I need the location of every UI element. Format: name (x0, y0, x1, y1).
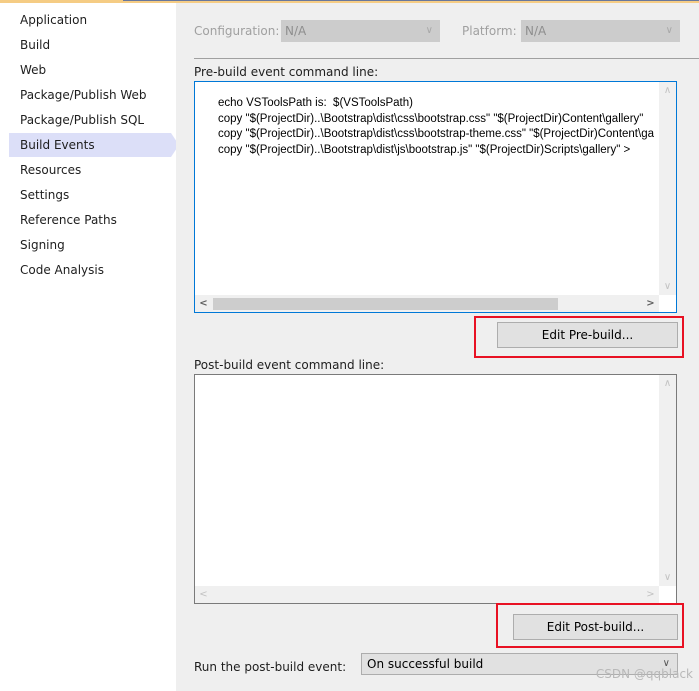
divider (194, 58, 699, 59)
prebuild-label: Pre-build event command line: (194, 65, 379, 79)
sidebar-item-code-analysis[interactable]: Code Analysis (9, 258, 171, 282)
sidebar-item-reference-paths[interactable]: Reference Paths (9, 208, 171, 232)
sidebar-item-signing[interactable]: Signing (9, 233, 171, 257)
sidebar-item-build[interactable]: Build (9, 33, 171, 57)
build-events-panel: Configuration: N/A ∨ Platform: N/A ∨ Pre… (176, 3, 699, 691)
watermark: CSDN @qqblack (595, 667, 693, 681)
edit-postbuild-button[interactable]: Edit Post-build... (513, 614, 678, 640)
postbuild-textbox[interactable]: ∧ ∨ < > (194, 374, 677, 604)
prebuild-vertical-scrollbar[interactable]: ∧ ∨ (659, 82, 676, 295)
prebuild-horizontal-scrollbar[interactable]: < > (195, 295, 659, 312)
chevron-down-icon: ∨ (665, 25, 673, 36)
chevron-up-icon[interactable]: ∧ (659, 375, 676, 392)
chevron-right-icon[interactable]: > (642, 586, 659, 603)
configuration-label: Configuration: (194, 24, 280, 38)
platform-value: N/A (525, 24, 547, 38)
platform-label: Platform: (462, 24, 517, 38)
sidebar-item-package-publish-sql[interactable]: Package/Publish SQL (9, 108, 171, 132)
configuration-dropdown[interactable]: N/A ∨ (281, 20, 440, 42)
edit-prebuild-button[interactable]: Edit Pre-build... (497, 322, 678, 348)
prebuild-hscroll-thumb[interactable] (213, 298, 558, 310)
sidebar-item-settings[interactable]: Settings (9, 183, 171, 207)
sidebar-item-application[interactable]: Application (9, 8, 171, 32)
sidebar-item-web[interactable]: Web (9, 58, 171, 82)
chevron-up-icon[interactable]: ∧ (659, 82, 676, 99)
prebuild-command-text: echo VSToolsPath is: $(VSToolsPath) copy… (218, 97, 654, 156)
chevron-down-icon[interactable]: ∨ (659, 278, 676, 295)
configuration-value: N/A (285, 24, 307, 38)
sidebar-item-build-events[interactable]: Build Events (9, 133, 179, 157)
chevron-left-icon[interactable]: < (195, 295, 212, 312)
chevron-left-icon[interactable]: < (195, 586, 212, 603)
postbuild-label: Post-build event command line: (194, 358, 385, 372)
sidebar-item-resources[interactable]: Resources (9, 158, 171, 182)
sidebar-nav: Application Build Web Package/Publish We… (0, 3, 179, 691)
chevron-right-icon[interactable]: > (642, 295, 659, 312)
platform-dropdown[interactable]: N/A ∨ (521, 20, 680, 42)
postbuild-horizontal-scrollbar[interactable]: < > (195, 586, 659, 603)
run-postbuild-value: On successful build (367, 657, 484, 671)
postbuild-vertical-scrollbar[interactable]: ∧ ∨ (659, 375, 676, 586)
chevron-down-icon: ∨ (425, 25, 433, 36)
run-postbuild-label: Run the post-build event: (194, 660, 347, 674)
chevron-down-icon[interactable]: ∨ (659, 569, 676, 586)
prebuild-textbox[interactable]: echo VSToolsPath is: $(VSToolsPath) copy… (194, 81, 677, 313)
sidebar-item-package-publish-web[interactable]: Package/Publish Web (9, 83, 171, 107)
